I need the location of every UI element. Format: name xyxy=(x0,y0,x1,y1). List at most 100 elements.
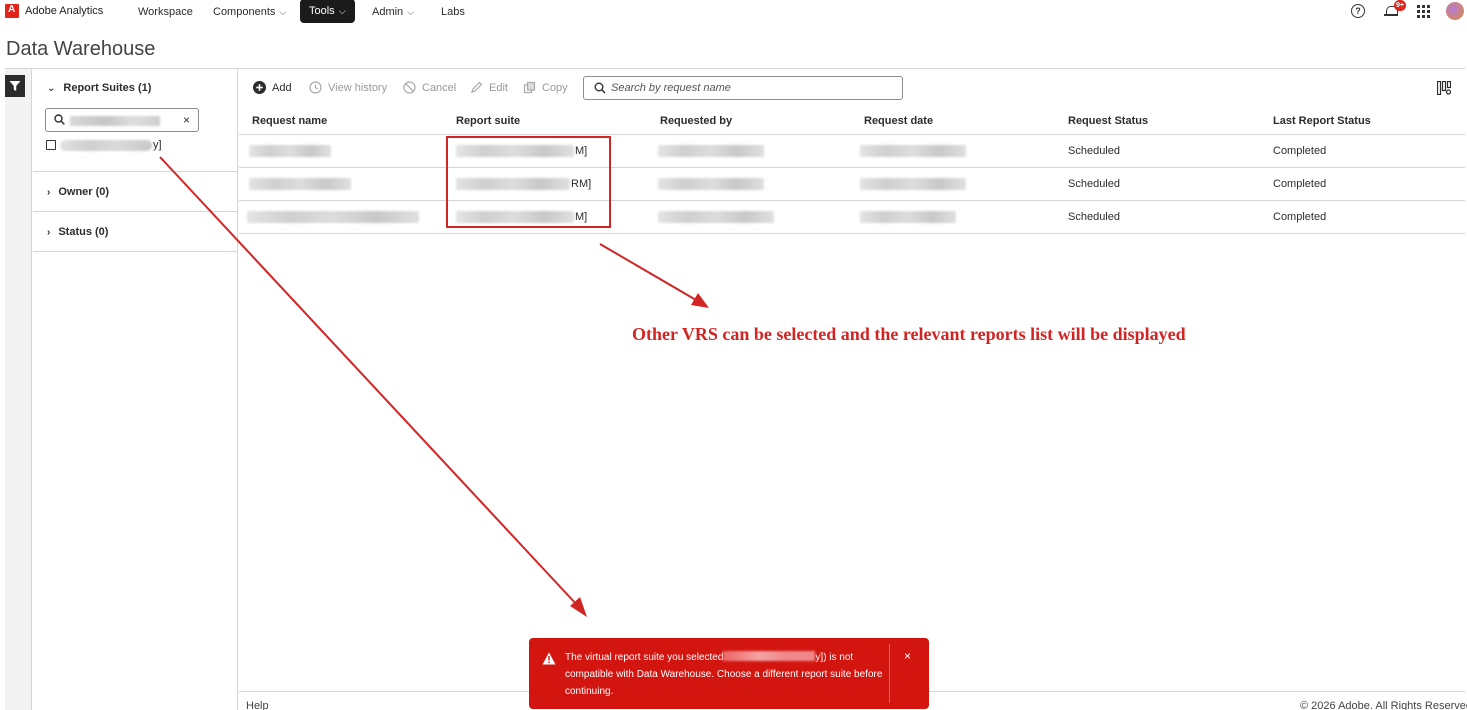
request-search-input[interactable] xyxy=(611,80,891,96)
history-icon xyxy=(309,81,322,94)
request-status-cell: Scheduled xyxy=(1068,145,1120,157)
requested-by-cell xyxy=(658,201,774,233)
annotation-highlight-box xyxy=(446,136,611,228)
last-report-status-cell: Completed xyxy=(1273,145,1327,157)
filter-toggle-button[interactable] xyxy=(5,75,25,97)
filter-panel: ⌄ Report Suites (1) × y] › Owner (0) › S… xyxy=(33,69,238,710)
help-icon: ? xyxy=(1351,4,1365,18)
column-header[interactable]: Last Report Status xyxy=(1273,107,1371,134)
annotation-arrowhead xyxy=(570,597,587,617)
alert-icon xyxy=(542,652,556,665)
search-icon xyxy=(594,82,606,94)
table-row[interactable]: RM] Scheduled Completed xyxy=(239,168,1465,201)
left-rail xyxy=(5,69,32,710)
column-header[interactable]: Request name xyxy=(252,107,327,134)
redacted-text xyxy=(860,178,966,190)
request-date-cell xyxy=(860,135,966,167)
copy-button[interactable]: Copy xyxy=(523,81,568,94)
request-date-cell xyxy=(860,201,956,233)
column-header[interactable]: Request date xyxy=(864,107,933,134)
redacted-text xyxy=(247,211,419,223)
request-name-cell xyxy=(249,135,331,167)
toast-message: The virtual report suite you selected y])… xyxy=(565,651,883,697)
column-header[interactable]: Request Status xyxy=(1068,107,1148,134)
column-header[interactable]: Requested by xyxy=(660,107,732,134)
help-button[interactable]: ? xyxy=(1348,2,1368,20)
cancel-icon xyxy=(403,81,416,94)
redacted-text xyxy=(249,178,351,190)
page-title: Data Warehouse xyxy=(6,38,156,60)
filter-icon xyxy=(9,81,21,91)
footer-help-link[interactable]: Help xyxy=(246,700,269,710)
nav-admin[interactable]: Admin ⌵ xyxy=(372,3,414,21)
annotation-arrow-line xyxy=(599,243,697,301)
chevron-down-icon: ⌵ xyxy=(407,7,415,17)
table-row[interactable]: M] Scheduled Completed xyxy=(239,135,1465,168)
requested-by-cell xyxy=(658,135,764,167)
last-report-status-cell: Completed xyxy=(1273,211,1327,223)
redacted-text xyxy=(249,145,331,157)
checkbox[interactable] xyxy=(46,140,56,150)
request-search-field[interactable] xyxy=(583,76,903,100)
app-name: Adobe Analytics xyxy=(25,5,104,17)
redacted-text xyxy=(723,651,816,661)
chevron-down-icon: ⌵ xyxy=(338,6,346,16)
redacted-text xyxy=(70,116,160,126)
report-suites-header[interactable]: ⌄ Report Suites (1) xyxy=(47,82,151,94)
adobe-logo-icon xyxy=(5,4,19,18)
annotation-arrowhead xyxy=(691,293,709,308)
report-suite-option[interactable]: y] xyxy=(46,139,162,151)
error-toast: The virtual report suite you selected y])… xyxy=(529,638,929,709)
redacted-text xyxy=(60,139,152,151)
chevron-right-icon: › xyxy=(47,226,51,238)
nav-workspace[interactable]: Workspace xyxy=(138,3,193,21)
redacted-text xyxy=(860,145,966,157)
owner-filter-header[interactable]: › Owner (0) xyxy=(47,186,109,198)
table-header: Request name Report suite Requested by R… xyxy=(239,107,1465,135)
search-icon xyxy=(54,114,65,125)
view-history-button[interactable]: View history xyxy=(309,81,387,94)
report-suite-search-input[interactable]: × xyxy=(45,108,199,132)
column-header[interactable]: Report suite xyxy=(456,107,520,134)
cancel-button[interactable]: Cancel xyxy=(403,81,456,94)
requests-table: Request name Report suite Requested by R… xyxy=(239,107,1465,234)
add-button[interactable]: Add xyxy=(253,81,292,94)
apps-grid-icon xyxy=(1416,4,1430,18)
add-icon xyxy=(253,81,266,94)
toast-divider xyxy=(889,644,890,703)
profile-button[interactable] xyxy=(1445,2,1465,20)
request-status-cell: Scheduled xyxy=(1068,178,1120,190)
apps-button[interactable] xyxy=(1413,2,1433,20)
nav-tools[interactable]: Tools ⌵ xyxy=(300,0,355,23)
redacted-text xyxy=(658,178,764,190)
last-report-status-cell: Completed xyxy=(1273,178,1327,190)
edit-button[interactable]: Edit xyxy=(470,81,508,94)
redacted-text xyxy=(658,211,774,223)
notifications-button[interactable]: 9+ xyxy=(1381,0,1406,20)
notification-badge: 9+ xyxy=(1394,0,1406,11)
chevron-down-icon: ⌵ xyxy=(279,7,287,17)
nav-labs[interactable]: Labs xyxy=(441,3,465,21)
request-name-cell xyxy=(249,168,351,200)
redacted-text xyxy=(860,211,956,223)
nav-components[interactable]: Components ⌵ xyxy=(213,3,286,21)
divider xyxy=(33,171,237,172)
annotation-text: Other VRS can be selected and the releva… xyxy=(632,324,1186,344)
request-status-cell: Scheduled xyxy=(1068,211,1120,223)
toolbar: Add View history Cancel Edit Copy xyxy=(239,69,1465,107)
column-settings-button[interactable] xyxy=(1436,80,1452,98)
redacted-text xyxy=(658,145,764,157)
divider xyxy=(33,211,237,212)
table-row[interactable]: M] Scheduled Completed xyxy=(239,201,1465,234)
request-name-cell xyxy=(247,201,419,233)
clear-icon[interactable]: × xyxy=(183,113,190,127)
request-date-cell xyxy=(860,168,966,200)
status-filter-header[interactable]: › Status (0) xyxy=(47,226,108,238)
brand[interactable]: Adobe Analytics xyxy=(5,4,103,18)
chevron-right-icon: › xyxy=(47,186,51,198)
chevron-down-icon: ⌄ xyxy=(47,82,56,94)
close-icon[interactable]: × xyxy=(904,649,911,663)
edit-icon xyxy=(471,81,483,93)
footer-copyright: © 2026 Adobe. All Rights Reserved. xyxy=(1300,700,1467,710)
copy-icon xyxy=(523,81,536,94)
